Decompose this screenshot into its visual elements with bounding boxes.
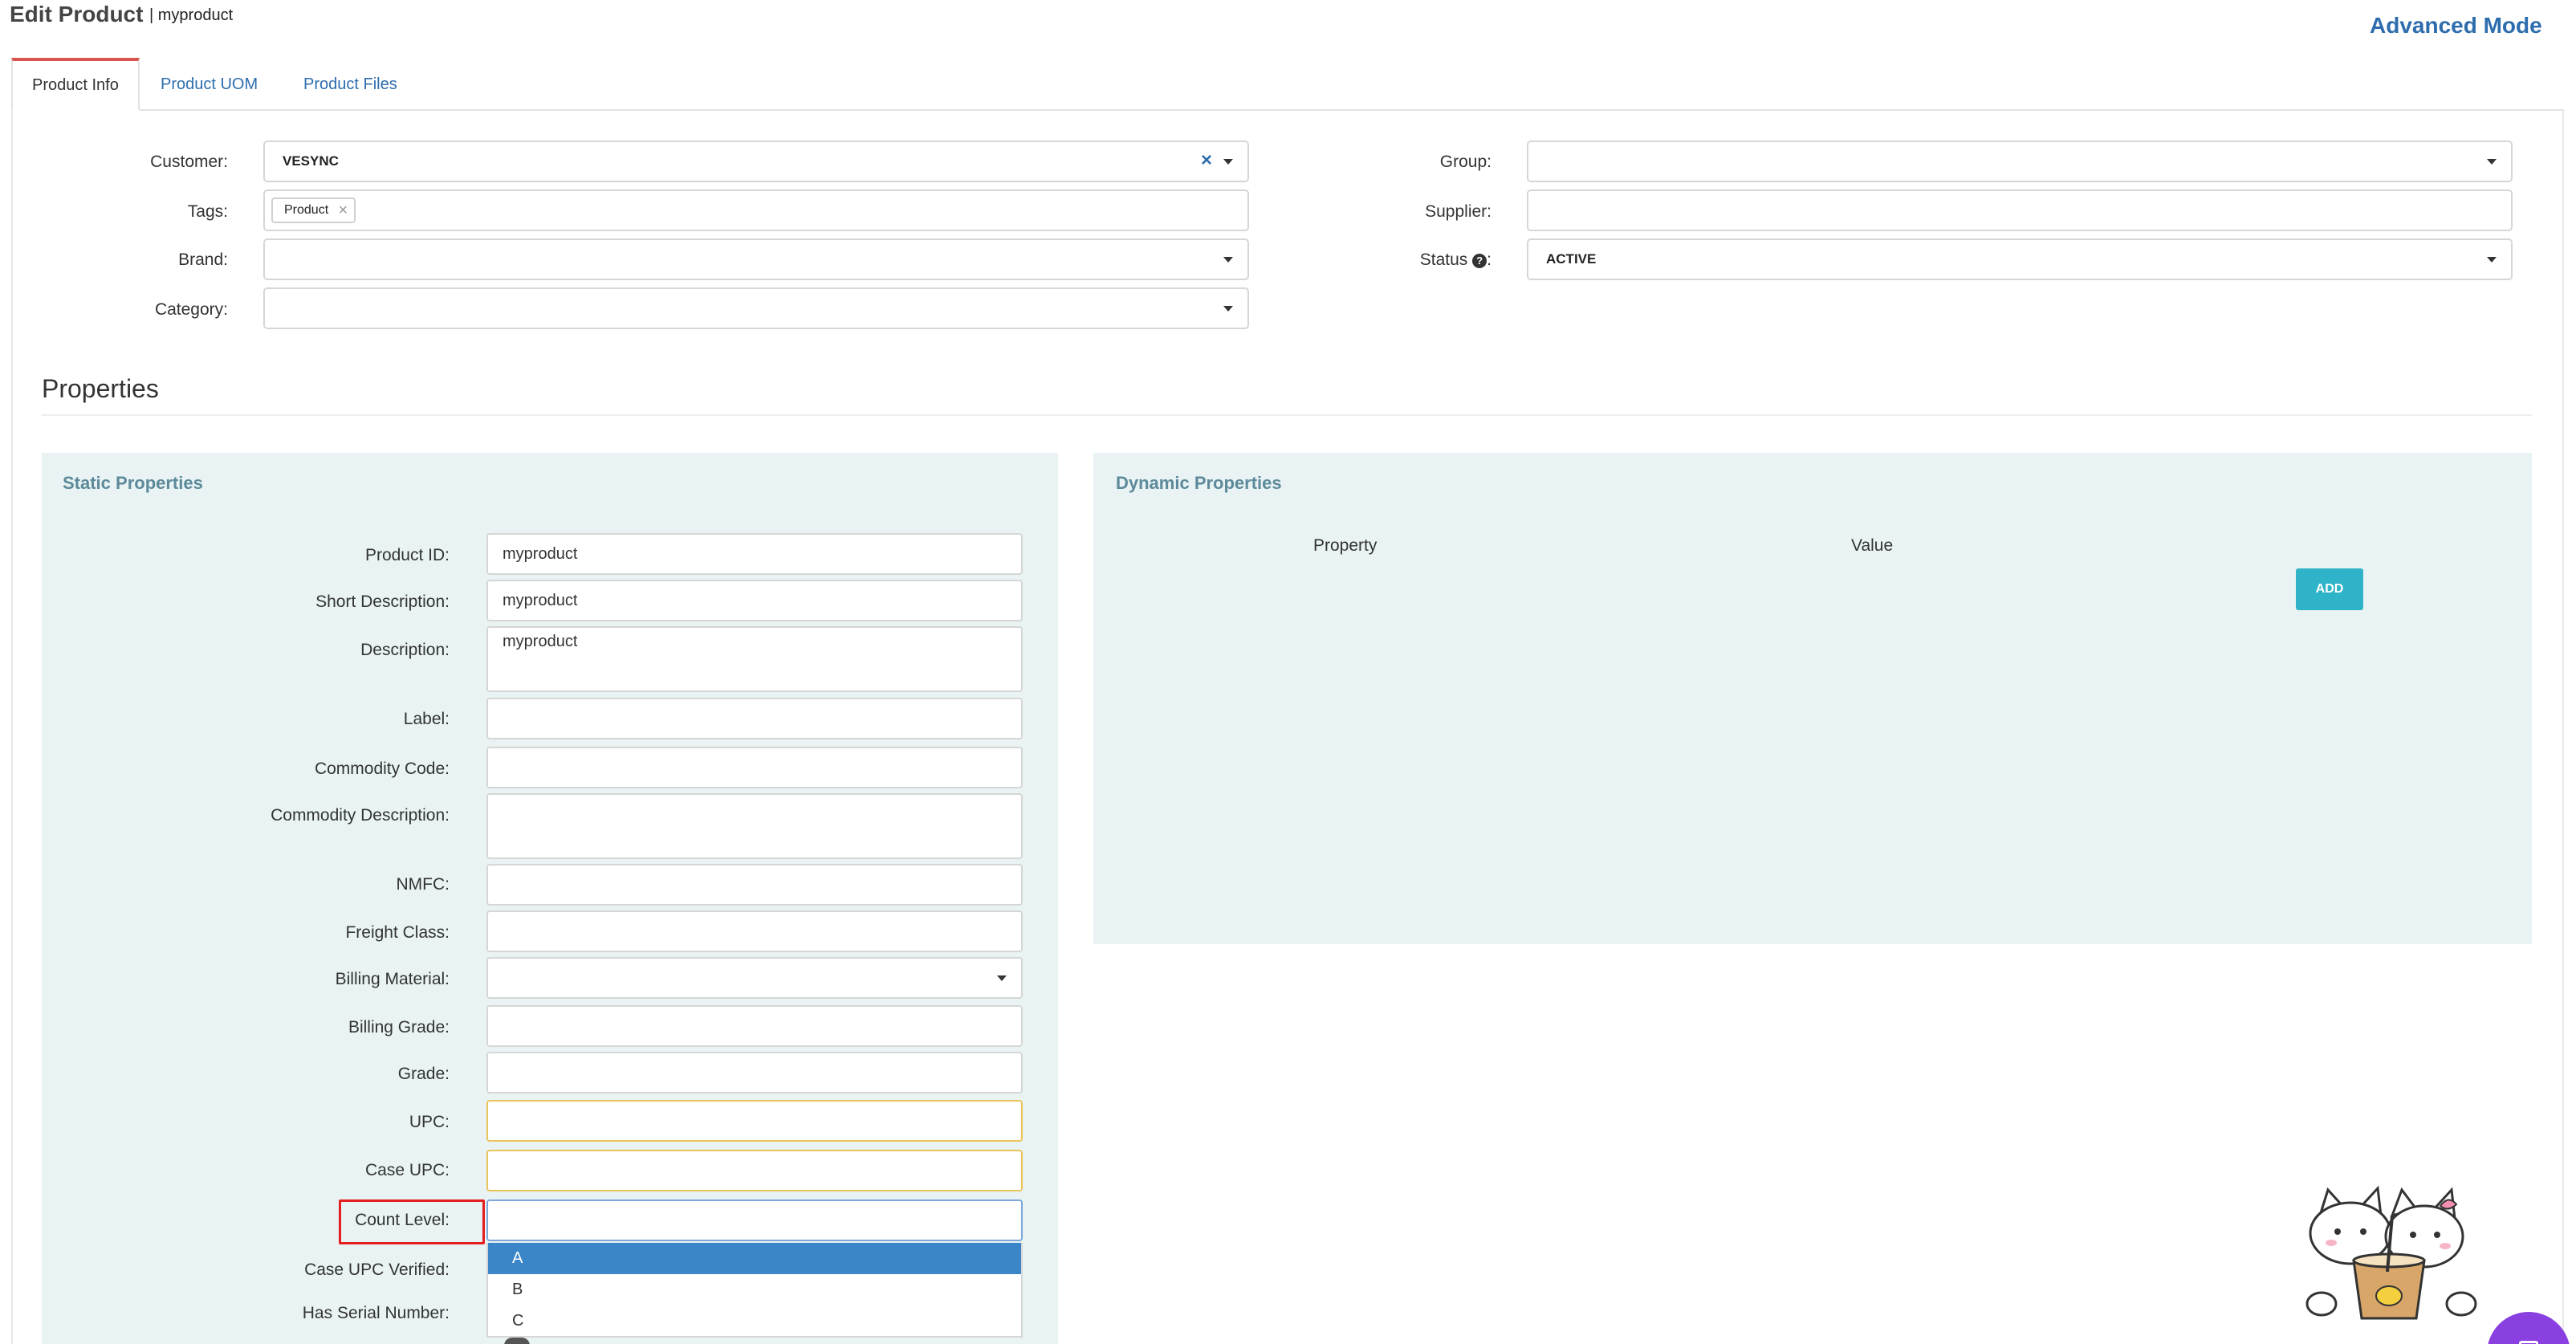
page-subtitle: | myproduct: [149, 6, 234, 24]
billing-grade-label: Billing Grade:: [348, 1018, 450, 1037]
count-level-option-b[interactable]: B: [488, 1274, 1021, 1305]
tags-label: Tags:: [187, 202, 228, 221]
add-property-button[interactable]: ADD: [2296, 568, 2363, 610]
dynamic-properties-title: Dynamic Properties: [1116, 473, 1282, 493]
chevron-down-icon: [1223, 159, 1233, 165]
column-header-value: Value: [1851, 536, 1894, 555]
section-divider: [42, 414, 2532, 416]
grade-label: Grade:: [397, 1065, 450, 1083]
brand-label: Brand:: [178, 250, 228, 269]
static-properties-title: Static Properties: [63, 473, 203, 493]
has-serial-number-label: Has Serial Number:: [302, 1304, 450, 1322]
status-label-text: Status: [1419, 250, 1468, 269]
count-level-highlight: [339, 1199, 485, 1244]
tab-product-files[interactable]: Product Files: [284, 58, 417, 111]
status-value: ACTIVE: [1546, 251, 1597, 267]
column-header-property: Property: [1313, 536, 1378, 555]
tab-product-info[interactable]: Product Info: [11, 58, 140, 111]
properties-title: Properties: [42, 374, 159, 403]
category-select[interactable]: [263, 287, 1249, 329]
billing-grade-input[interactable]: [486, 1005, 1023, 1047]
freight-class-label: Freight Class:: [345, 923, 450, 942]
tags-input[interactable]: Product ×: [263, 189, 1249, 231]
commodity-description-textarea[interactable]: [486, 793, 1023, 859]
short-description-input[interactable]: myproduct: [486, 580, 1023, 621]
label-label: Label:: [403, 710, 450, 728]
label-input[interactable]: [486, 698, 1023, 739]
chevron-down-icon: [2487, 257, 2497, 263]
case-upc-input[interactable]: [486, 1150, 1023, 1191]
tag-chip-label: Product: [284, 203, 329, 217]
clear-icon[interactable]: ×: [1201, 149, 1212, 173]
count-level-option-c[interactable]: C: [488, 1305, 1021, 1337]
commodity-description-label: Commodity Description:: [271, 806, 450, 825]
upc-input[interactable]: [486, 1100, 1023, 1142]
cat-mascot-sticker: [2305, 1185, 2477, 1320]
status-label: Status ?:: [1333, 250, 1491, 270]
count-level-dropdown: A B C: [486, 1243, 1023, 1338]
billing-material-label: Billing Material:: [335, 970, 450, 988]
nmfc-label: NMFC:: [396, 875, 450, 894]
case-upc-label: Case UPC:: [364, 1161, 450, 1179]
commodity-code-input[interactable]: [486, 747, 1023, 788]
supplier-label: Supplier:: [1425, 202, 1491, 221]
brand-select[interactable]: [263, 238, 1249, 280]
short-description-label: Short Description:: [315, 593, 450, 611]
status-select[interactable]: ACTIVE: [1527, 238, 2513, 280]
chat-icon: [2519, 1341, 2538, 1344]
grade-input[interactable]: [486, 1052, 1023, 1094]
nmfc-input[interactable]: [486, 864, 1023, 906]
customer-value: VESYNC: [283, 153, 339, 169]
product-id-label: Product ID:: [364, 546, 450, 564]
group-select[interactable]: [1527, 141, 2513, 182]
chevron-down-icon: [1223, 257, 1233, 263]
chevron-down-icon: [997, 975, 1007, 981]
case-upc-verified-label: Case UPC Verified:: [304, 1261, 450, 1279]
chevron-down-icon: [1223, 306, 1233, 312]
group-label: Group:: [1439, 153, 1491, 171]
description-textarea[interactable]: myproduct: [486, 626, 1023, 692]
category-label: Category:: [154, 300, 228, 319]
customer-select[interactable]: VESYNC ×: [263, 141, 1249, 182]
billing-material-select[interactable]: [486, 957, 1023, 999]
description-label: Description:: [360, 641, 450, 659]
chevron-down-icon: [2487, 159, 2497, 165]
upc-label: UPC:: [409, 1113, 450, 1131]
toggle-switch[interactable]: [504, 1338, 530, 1344]
remove-tag-icon[interactable]: ×: [338, 199, 348, 222]
product-id-input[interactable]: myproduct: [486, 533, 1023, 575]
question-circle-icon[interactable]: ?: [1472, 254, 1487, 268]
page-title: Edit Product: [10, 2, 144, 26]
dynamic-properties-panel: [1093, 453, 2532, 944]
advanced-mode-link[interactable]: Advanced Mode: [2370, 13, 2542, 39]
customer-label: Customer:: [150, 153, 228, 171]
supplier-input[interactable]: [1527, 189, 2513, 231]
freight-class-input[interactable]: [486, 910, 1023, 952]
count-level-input[interactable]: [486, 1199, 1023, 1241]
tag-chip: Product ×: [271, 198, 356, 223]
commodity-code-label: Commodity Code:: [314, 760, 450, 778]
count-level-option-a[interactable]: A: [488, 1243, 1021, 1274]
tab-product-uom[interactable]: Product UOM: [141, 58, 277, 111]
status-label-suffix: :: [1487, 250, 1491, 269]
